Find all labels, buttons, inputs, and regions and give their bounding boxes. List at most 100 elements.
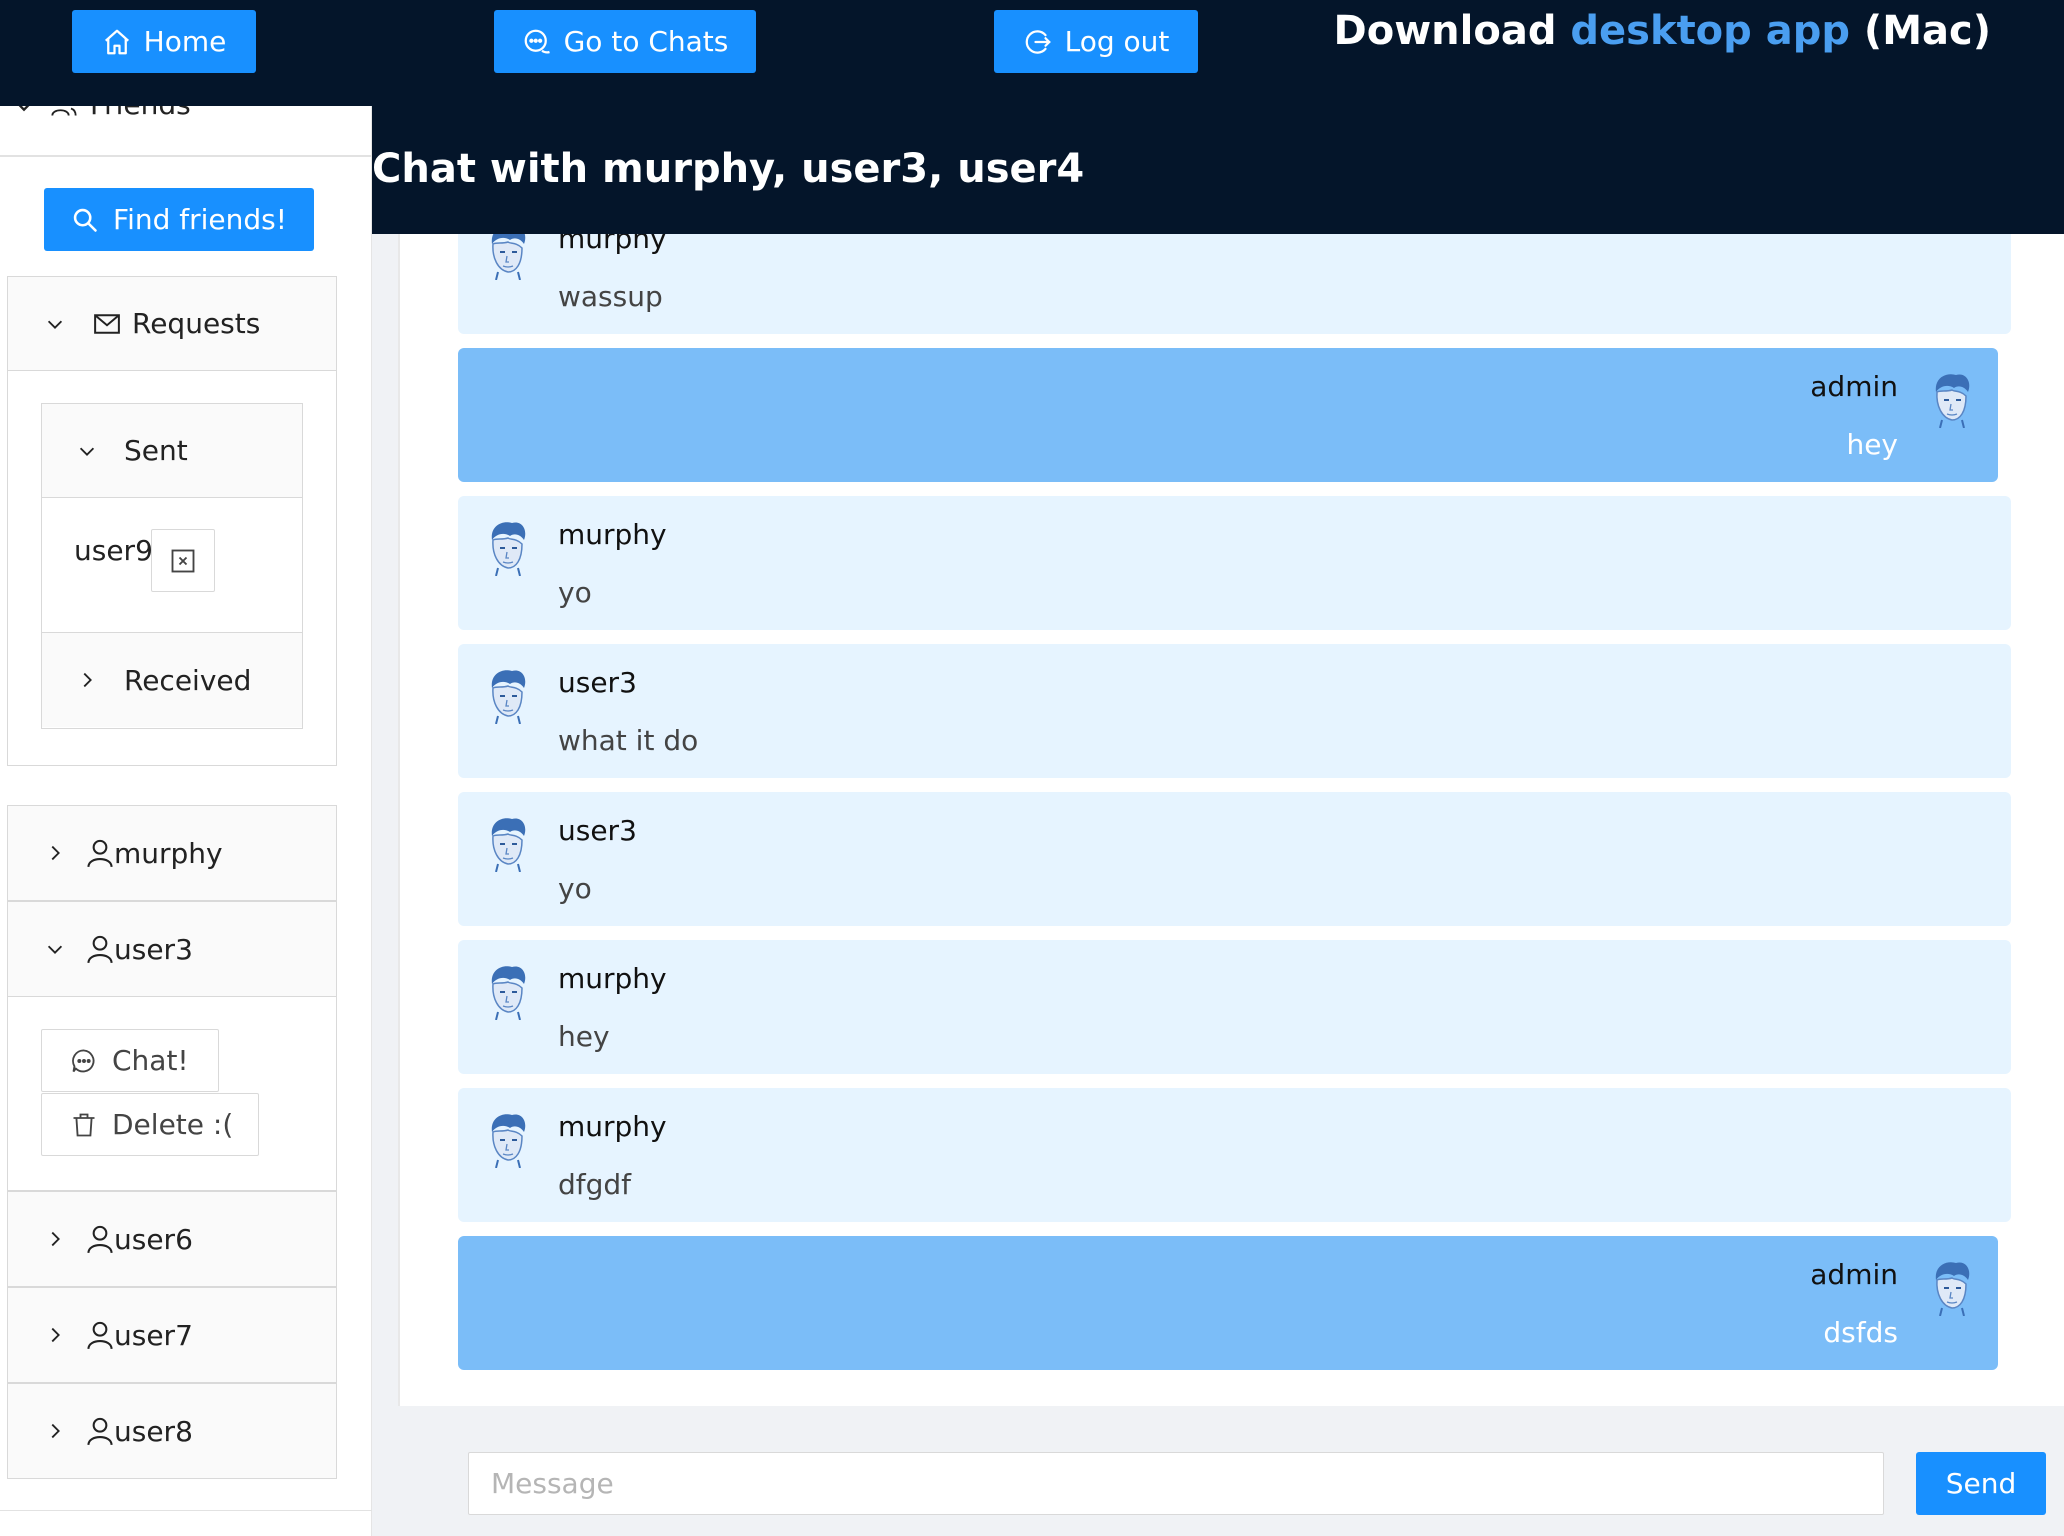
friend-name: user3 [114,932,193,966]
sent-list: user9 [42,498,302,632]
received-header[interactable]: Received [42,633,302,727]
close-square-icon [171,549,195,572]
friend-name: user7 [114,1318,193,1352]
message-bubble: user3 yo [458,792,2011,926]
home-button[interactable]: Home [72,10,256,73]
avatar [480,814,532,873]
chat-title: Chat with murphy, user3, user4 [372,146,1085,192]
chat-header: Chat with murphy, user3, user4 [372,106,2064,234]
message-text: dfgdf [558,1168,632,1201]
friends-label: Friends [90,106,191,121]
user-icon [87,1225,113,1254]
message-sender: user3 [558,666,637,699]
friend-name: murphy [114,836,223,870]
message-text: yo [558,872,592,905]
friend-actions-user3: Chat! Delete :( [7,997,337,1191]
delete-friend-button[interactable]: Delete :( [41,1093,259,1156]
friend-item-user7[interactable]: user7 [7,1287,337,1383]
message-input[interactable] [468,1452,1884,1515]
message-text: hey [558,1020,610,1053]
message-bubble: user3 what it do [458,644,2011,778]
friend-name: user6 [114,1222,193,1256]
log-out-button[interactable]: Log out [994,10,1198,73]
send-button[interactable]: Send [1916,1452,2046,1515]
chat-bubbles-icon [524,29,550,54]
message-text: hey [1846,428,1898,461]
team-icon [51,107,77,116]
message-sender: admin [1810,1258,1898,1291]
message-sender: murphy [558,234,667,255]
requests-panel: Requests Sent user9 Received [7,276,337,766]
message-text: what it do [558,724,699,757]
avatar [1924,370,1976,429]
message-sender: murphy [558,518,667,551]
log-out-label: Log out [1064,25,1170,58]
top-header: Home Go to Chats Log out Download deskto… [0,0,2064,106]
user-icon [87,1321,113,1350]
sent-header[interactable]: Sent [42,404,302,498]
desktop-app-link[interactable]: desktop app [1570,8,1850,54]
message-bubble: murphy hey [458,940,2011,1074]
delete-button-label: Delete :( [112,1108,234,1141]
chat-button[interactable]: Chat! [41,1029,219,1092]
requests-header[interactable]: Requests [8,277,336,371]
chevron-right-icon [51,1327,60,1343]
go-to-chats-button[interactable]: Go to Chats [494,10,756,73]
mail-icon [94,313,120,334]
download-desktop-app: Download desktop app (Mac) [1334,8,1991,54]
received-panel: Received [41,633,303,729]
message-text: wassup [558,280,663,313]
home-icon [104,29,129,54]
received-label: Received [124,663,252,697]
friends-menu-header[interactable]: Friends [0,106,372,156]
go-to-chats-label: Go to Chats [563,25,729,58]
chevron-right-icon [83,672,92,688]
message-bubble: murphy wassup [458,234,2011,334]
avatar [1924,1258,1976,1317]
friend-item-murphy[interactable]: murphy [7,805,337,901]
avatar [480,962,532,1021]
message-text: dsfds [1823,1316,1898,1349]
message-bubble: admin hey [458,348,1998,482]
user-icon [87,839,113,868]
delete-icon [73,1113,95,1136]
message-bubble: murphy dfgdf [458,1088,2011,1222]
sidebar: Friends Find friends! Requests Sent user… [0,106,372,1536]
message-bubble: admin dsfds [458,1236,1998,1370]
friend-item-user3[interactable]: user3 [7,901,337,997]
find-friends-label: Find friends! [113,203,287,236]
message-list[interactable]: murphy wassup admin hey murphy yo user3 what it… [398,234,2064,1406]
chevron-down-icon [47,945,63,954]
friend-item-user6[interactable]: user6 [7,1191,337,1287]
chevron-down-icon [47,320,63,329]
avatar [480,234,532,281]
sent-label: Sent [124,434,188,467]
cancel-request-button[interactable] [151,529,215,592]
message-text: yo [558,576,592,609]
chevron-right-icon [51,1423,60,1439]
sent-request-user: user9 [74,534,153,567]
message-sender: murphy [558,962,667,995]
message-sender: admin [1810,370,1898,403]
search-icon [73,208,97,232]
divider [0,155,372,157]
chevron-right-icon [51,845,60,861]
download-prefix: Download [1333,8,1557,54]
avatar [480,666,532,725]
requests-label: Requests [132,307,261,340]
find-friends-button[interactable]: Find friends! [44,188,314,251]
message-bubble: murphy yo [458,496,2011,630]
chat-button-label: Chat! [112,1044,189,1077]
home-button-label: Home [143,25,227,58]
logout-icon [1025,29,1051,54]
avatar [480,518,532,577]
chevron-right-icon [51,1231,60,1247]
message-sender: user3 [558,814,637,847]
message-icon [72,1049,95,1072]
friend-item-user8[interactable]: user8 [7,1383,337,1479]
avatar [480,1110,532,1169]
user-icon [87,1417,113,1446]
message-sender: murphy [558,1110,667,1143]
friend-name: user8 [114,1414,193,1448]
chevron-down-icon [79,447,95,456]
